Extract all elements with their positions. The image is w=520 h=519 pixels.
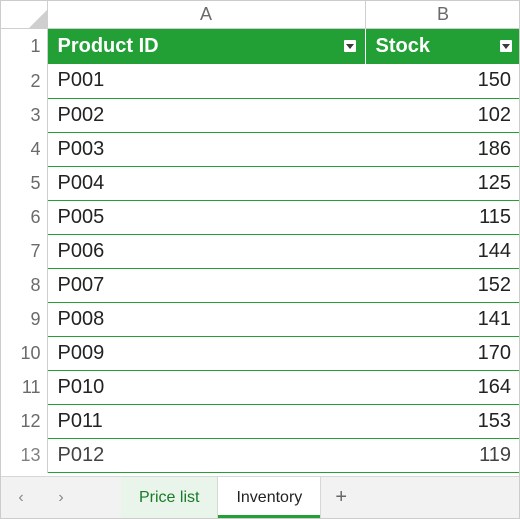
sheet-tab-inventory[interactable]: Inventory [217,476,321,518]
cell-stock[interactable]: 102 [365,98,519,132]
row-header[interactable]: 12 [1,404,47,438]
cell-product-id[interactable]: P009 [47,336,365,370]
tab-scroll-prev[interactable]: ‹ [1,477,41,518]
cell-stock[interactable]: 141 [365,302,519,336]
filter-dropdown-icon[interactable] [497,37,515,55]
table-header-stock[interactable]: Stock [365,28,519,64]
table-header-product-id[interactable]: Product ID [47,28,365,64]
cell-product-id[interactable]: P002 [47,98,365,132]
cell-product-id[interactable]: P003 [47,132,365,166]
cell-stock[interactable]: 115 [365,200,519,234]
row-header[interactable]: 6 [1,200,47,234]
cell-product-id[interactable]: P008 [47,302,365,336]
cell-stock[interactable]: 125 [365,166,519,200]
cell-stock[interactable]: 153 [365,404,519,438]
cell-stock[interactable]: 152 [365,268,519,302]
cell-stock[interactable]: 144 [365,234,519,268]
table-header-label: Product ID [58,35,159,57]
row-header[interactable]: 11 [1,370,47,404]
cell-product-id[interactable]: P012 [47,438,365,472]
filter-dropdown-icon[interactable] [341,37,359,55]
cell-product-id[interactable]: P004 [47,166,365,200]
tab-scroll-next[interactable]: › [41,477,81,518]
column-header-B[interactable]: B [365,1,519,28]
row-header[interactable]: 4 [1,132,47,166]
cell-stock[interactable]: 150 [365,64,519,98]
column-header-A[interactable]: A [47,1,365,28]
row-header[interactable]: 10 [1,336,47,370]
row-header[interactable]: 1 [1,28,47,64]
row-header[interactable]: 13 [1,438,47,472]
cell-product-id[interactable]: P005 [47,200,365,234]
cell-product-id[interactable]: P006 [47,234,365,268]
plus-icon: + [335,486,347,509]
chevron-right-icon: › [58,489,63,507]
add-sheet-button[interactable]: + [321,477,361,518]
row-header[interactable]: 7 [1,234,47,268]
cell-stock[interactable]: 164 [365,370,519,404]
row-header[interactable]: 9 [1,302,47,336]
cell-product-id[interactable]: P010 [47,370,365,404]
cell-stock[interactable]: 119 [365,438,519,472]
row-header[interactable]: 3 [1,98,47,132]
cell-stock[interactable]: 170 [365,336,519,370]
select-all-corner[interactable] [1,1,47,28]
cell-product-id[interactable]: P001 [47,64,365,98]
cell-product-id[interactable]: P007 [47,268,365,302]
sheet-tab-strip: ‹ › Price list Inventory + [1,476,519,518]
cell-stock[interactable]: 186 [365,132,519,166]
row-header[interactable]: 8 [1,268,47,302]
spreadsheet-grid: A B 1 Product ID Stock 2P001150 3P002102… [1,1,519,473]
chevron-left-icon: ‹ [18,489,23,507]
row-header[interactable]: 5 [1,166,47,200]
table-header-label: Stock [376,35,430,57]
sheet-tab-price-list[interactable]: Price list [121,477,217,518]
row-header[interactable]: 2 [1,64,47,98]
cell-product-id[interactable]: P011 [47,404,365,438]
